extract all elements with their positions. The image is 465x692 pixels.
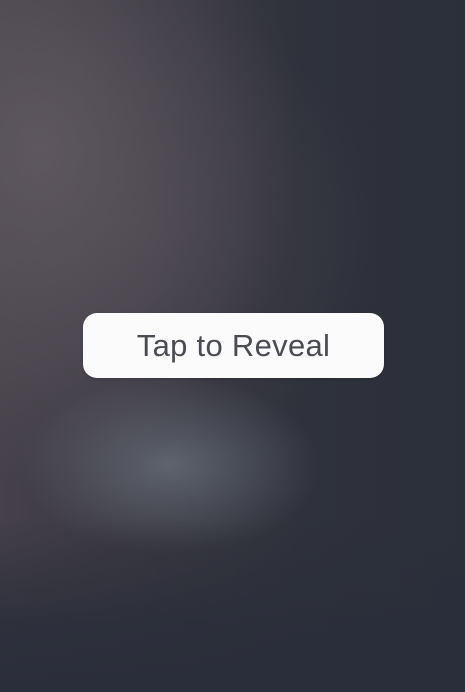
tap-to-reveal-button[interactable]: Tap to Reveal: [83, 313, 384, 378]
bottom-shade: [0, 520, 465, 692]
tap-to-reveal-label: Tap to Reveal: [136, 327, 331, 363]
